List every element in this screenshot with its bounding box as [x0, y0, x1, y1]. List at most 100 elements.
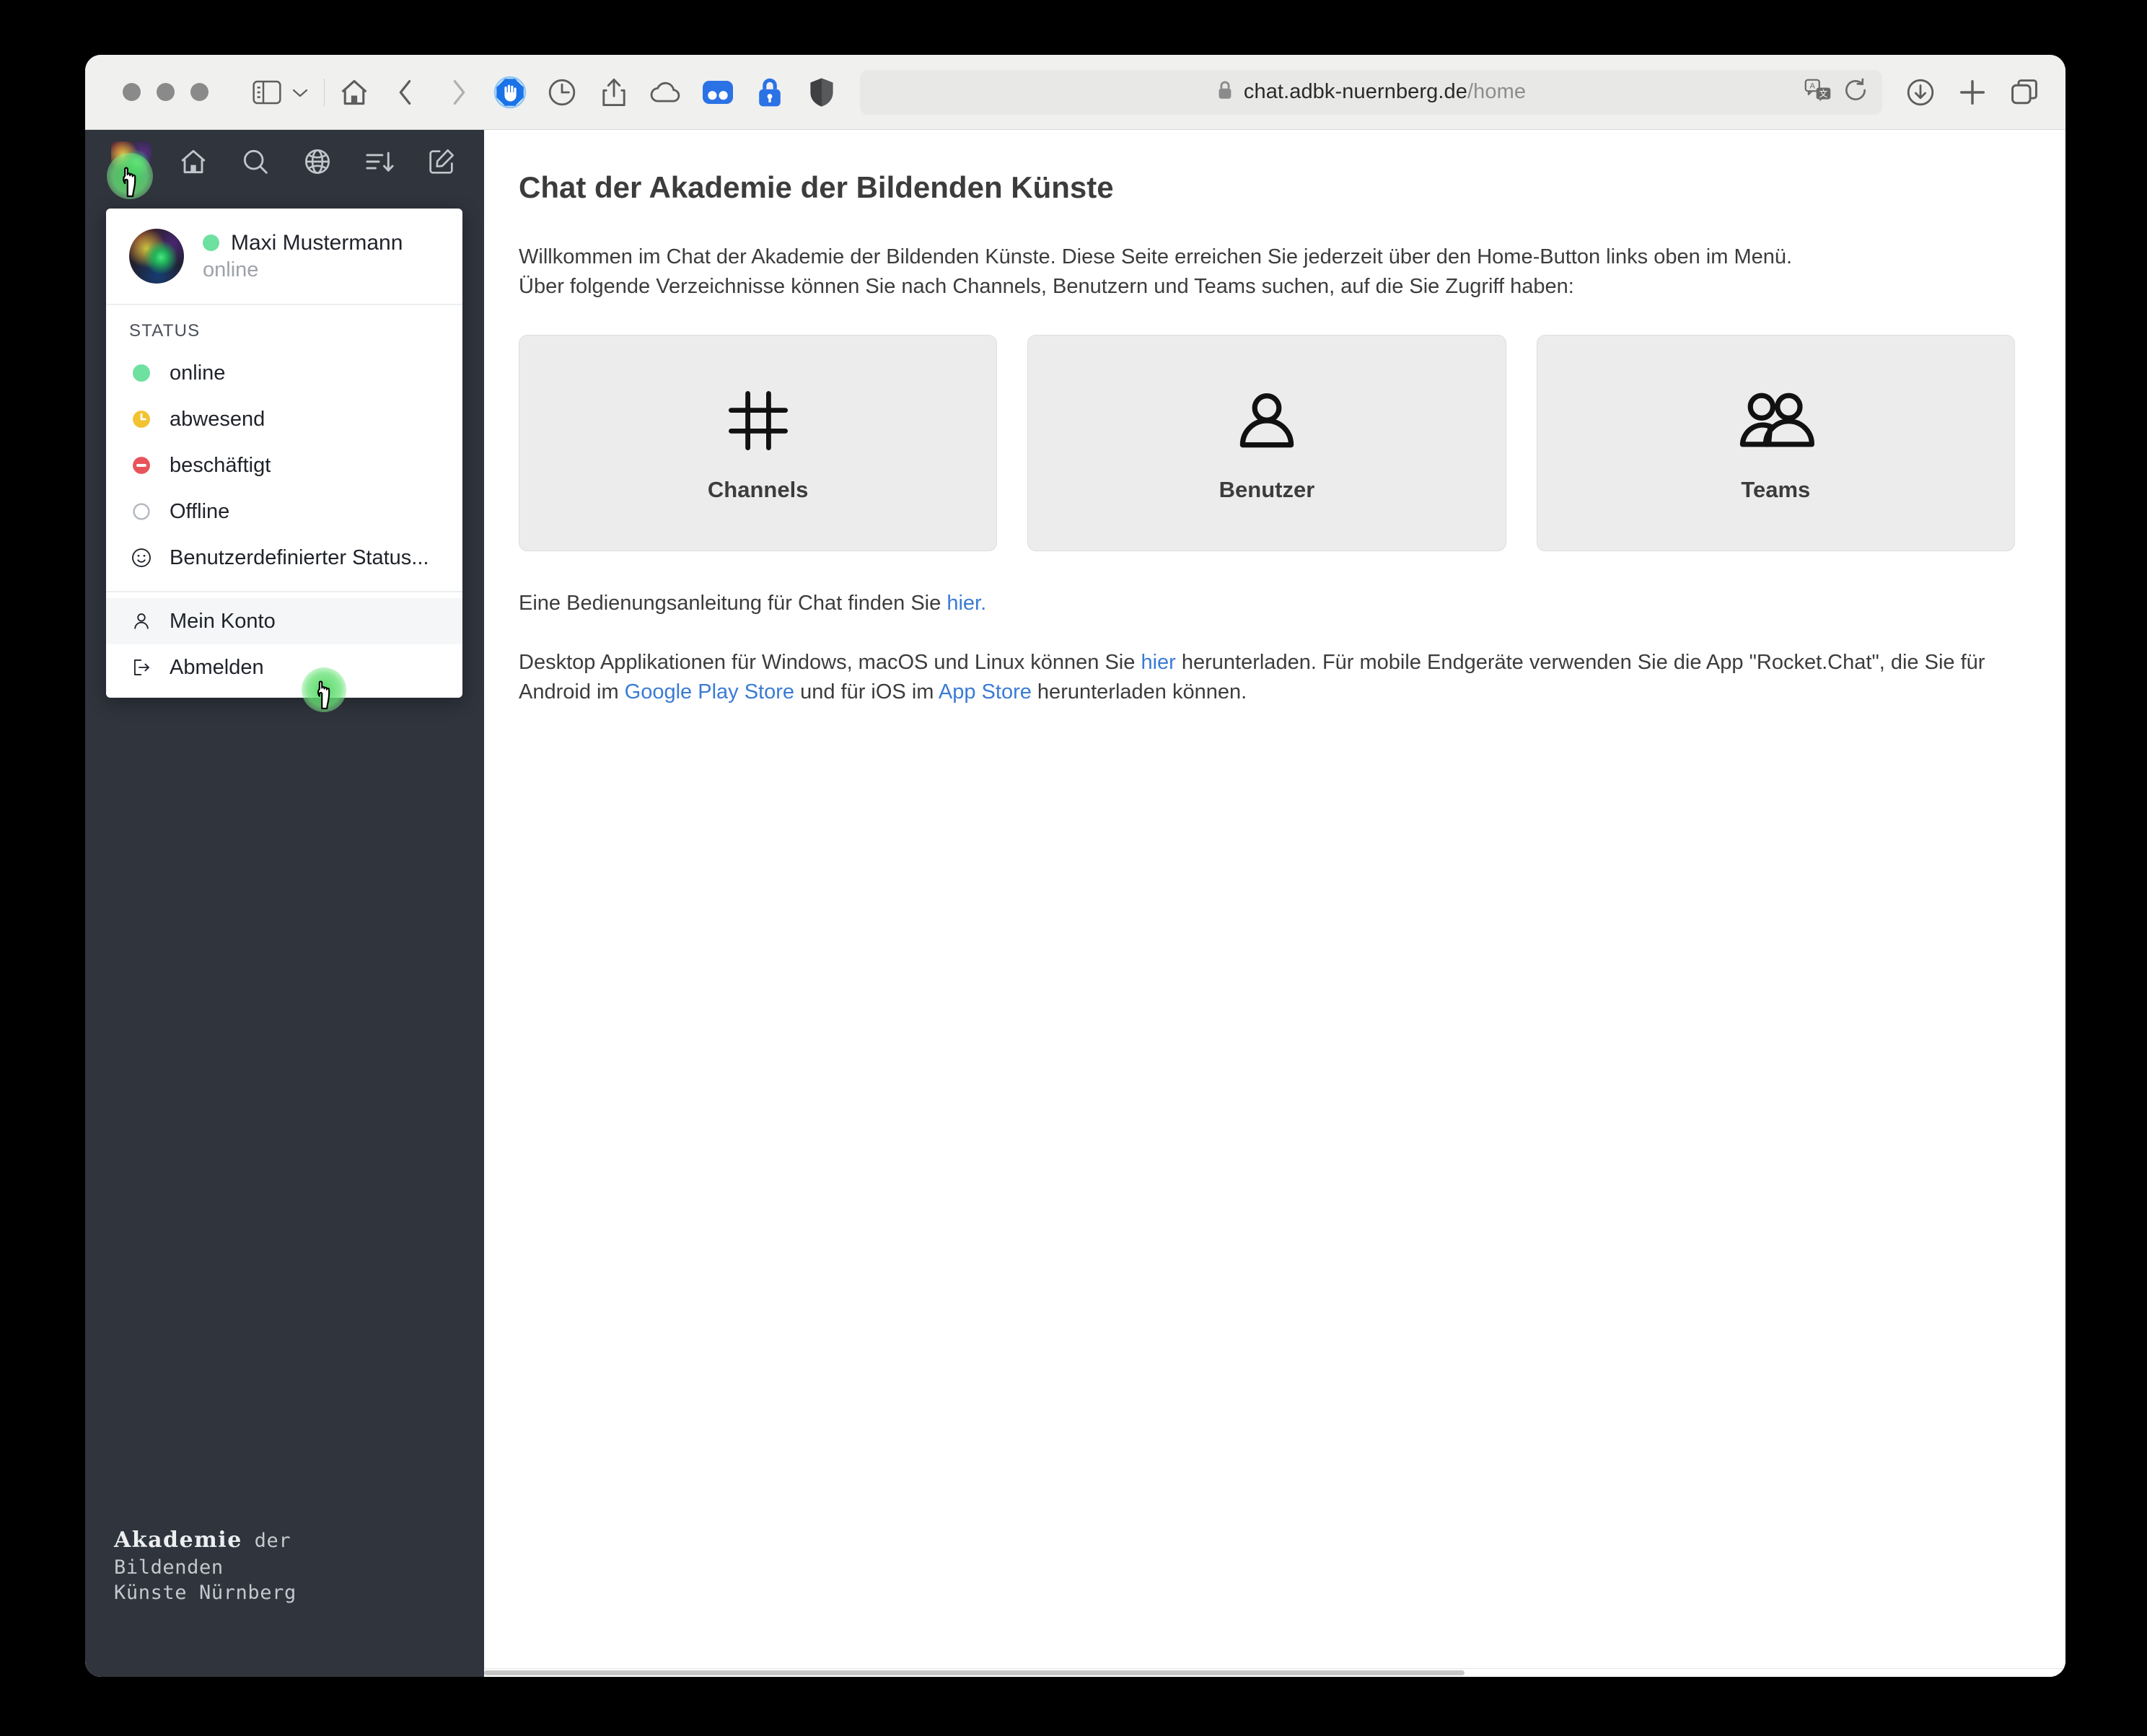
person-icon: [1232, 383, 1301, 458]
status-option-offline[interactable]: Offline: [106, 488, 462, 535]
sidebar-header: [85, 130, 484, 193]
status-busy-icon: [129, 453, 154, 478]
card-label: Channels: [707, 477, 809, 503]
menu-item-label: Abmelden: [170, 655, 264, 679]
google-play-store-link[interactable]: Google Play Store: [625, 680, 794, 703]
status-online-icon: [129, 361, 154, 385]
home-icon[interactable]: [177, 145, 210, 178]
create-new-icon[interactable]: [425, 145, 458, 178]
svg-text:文: 文: [1819, 89, 1827, 99]
svg-text:A: A: [1810, 82, 1816, 91]
directory-globe-icon[interactable]: [301, 145, 334, 178]
manual-link[interactable]: hier.: [947, 592, 986, 615]
status-option-custom[interactable]: Benutzerdefinierter Status...: [106, 535, 462, 581]
status-option-label: Offline: [170, 499, 230, 523]
divider: [106, 591, 462, 592]
logo-line1-strong: Akademie: [114, 1527, 242, 1553]
intro-line-2: Über folgende Verzeichnisse können Sie n…: [519, 275, 1574, 299]
user-dropdown-menu: Maxi Mustermann online STATUS online abw…: [106, 209, 462, 698]
academy-logo: Akademie der Bildenden Künste Nürnberg: [114, 1526, 297, 1606]
status-option-away[interactable]: abwesend: [106, 396, 462, 442]
desktop-text-middle2: und für iOS im: [794, 680, 939, 703]
logo-line1-thin: der: [254, 1530, 291, 1553]
lock-icon: [1216, 79, 1234, 105]
app-body: Akademie der Bildenden Künste Nürnberg M…: [85, 130, 2065, 1677]
status-option-label: abwesend: [170, 407, 265, 431]
logout-icon: [129, 655, 154, 680]
directory-cards: Channels Benutzer Teams: [519, 335, 2015, 552]
desktop-download-link[interactable]: hier: [1141, 651, 1175, 674]
card-benutzer[interactable]: Benutzer: [1027, 335, 1506, 552]
downloads-paragraph: Desktop Applikationen für Windows, macOS…: [519, 648, 2015, 707]
card-label: Benutzer: [1219, 477, 1315, 503]
intro-paragraph: Willkommen im Chat der Akademie der Bild…: [519, 242, 2015, 302]
minimize-button[interactable]: [157, 83, 175, 101]
logo-line3: Künste Nürnberg: [114, 1582, 297, 1605]
maximize-button[interactable]: [190, 83, 208, 101]
adblock-icon[interactable]: [491, 73, 530, 112]
status-option-label: beschäftigt: [170, 453, 271, 477]
new-tab-icon[interactable]: [1953, 73, 1992, 112]
window-controls[interactable]: [123, 83, 208, 101]
back-icon[interactable]: [387, 73, 426, 112]
person-icon: [129, 609, 154, 634]
manual-text: Eine Bedienungsanleitung für Chat finden…: [519, 592, 947, 615]
sidebar-header-actions: [177, 145, 458, 178]
smiley-icon: [129, 545, 154, 570]
password-lock-icon[interactable]: [750, 73, 789, 112]
app-store-link[interactable]: App Store: [939, 680, 1032, 703]
menu-item-label: Mein Konto: [170, 609, 276, 633]
chat-sidebar: Akademie der Bildenden Künste Nürnberg M…: [85, 130, 484, 1677]
card-channels[interactable]: Channels: [519, 335, 998, 552]
status-away-icon: [129, 407, 154, 431]
desktop-text-after: herunterladen können.: [1031, 680, 1247, 703]
intro-line-1: Willkommen im Chat der Akademie der Bild…: [519, 245, 1793, 268]
status-section-label: STATUS: [129, 321, 201, 341]
sidebar-icon[interactable]: [247, 73, 286, 112]
status-option-label: online: [170, 361, 226, 385]
status-offline-icon: [129, 499, 154, 524]
translate-icon[interactable]: A 文: [1804, 78, 1832, 106]
chevron-down-icon[interactable]: [286, 73, 314, 112]
user-status-text: online: [203, 258, 259, 281]
icloud-icon[interactable]: [646, 73, 685, 112]
user-menu-header: Maxi Mustermann online: [106, 209, 462, 304]
toolbar-divider: [324, 78, 325, 106]
reload-icon[interactable]: [1843, 78, 1868, 106]
address-bar[interactable]: chat.adbk-nuernberg.de/home A 文: [860, 69, 1882, 115]
main-content: Chat der Akademie der Bildenden Künste W…: [484, 130, 2065, 1677]
user-name: Maxi Mustermann: [231, 230, 403, 255]
home-icon[interactable]: [335, 73, 374, 112]
page-title: Chat der Akademie der Bildenden Künste: [519, 170, 1114, 204]
card-label: Teams: [1741, 477, 1811, 503]
search-icon[interactable]: [239, 145, 272, 178]
history-clock-icon[interactable]: [543, 73, 581, 112]
close-button[interactable]: [123, 83, 141, 101]
manual-paragraph: Eine Bedienungsanleitung für Chat finden…: [519, 589, 2015, 618]
url-text: chat.adbk-nuernberg.de/home: [1243, 80, 1527, 103]
extension-blue-icon[interactable]: [698, 73, 737, 112]
status-option-busy[interactable]: beschäftigt: [106, 442, 462, 488]
tab-overview-icon[interactable]: [2005, 73, 2044, 112]
hash-icon: [724, 383, 793, 458]
logo-line2: Bildenden: [114, 1556, 224, 1579]
share-icon[interactable]: [594, 73, 633, 112]
horizontal-scrollbar[interactable]: [484, 1668, 2065, 1677]
browser-window: chat.adbk-nuernberg.de/home A 文 Akademie…: [85, 55, 2065, 1677]
menu-item-my-account[interactable]: Mein Konto: [106, 598, 462, 644]
sort-icon[interactable]: [363, 145, 396, 178]
avatar[interactable]: [111, 141, 152, 182]
desktop-text-before: Desktop Applikationen für Windows, macOS…: [519, 650, 1141, 674]
avatar: [129, 229, 184, 284]
shield-icon[interactable]: [802, 73, 841, 112]
status-online-icon: [203, 234, 219, 251]
menu-item-logout[interactable]: Abmelden: [106, 644, 462, 691]
status-option-online[interactable]: online: [106, 350, 462, 396]
people-icon: [1735, 383, 1816, 458]
status-option-label: Benutzerdefinierter Status...: [170, 545, 429, 569]
downloads-icon[interactable]: [1901, 73, 1940, 112]
browser-toolbar: chat.adbk-nuernberg.de/home A 文: [85, 55, 2065, 130]
card-teams[interactable]: Teams: [1536, 335, 2015, 552]
forward-icon: [439, 73, 478, 112]
url-display: chat.adbk-nuernberg.de/home: [860, 79, 1882, 105]
